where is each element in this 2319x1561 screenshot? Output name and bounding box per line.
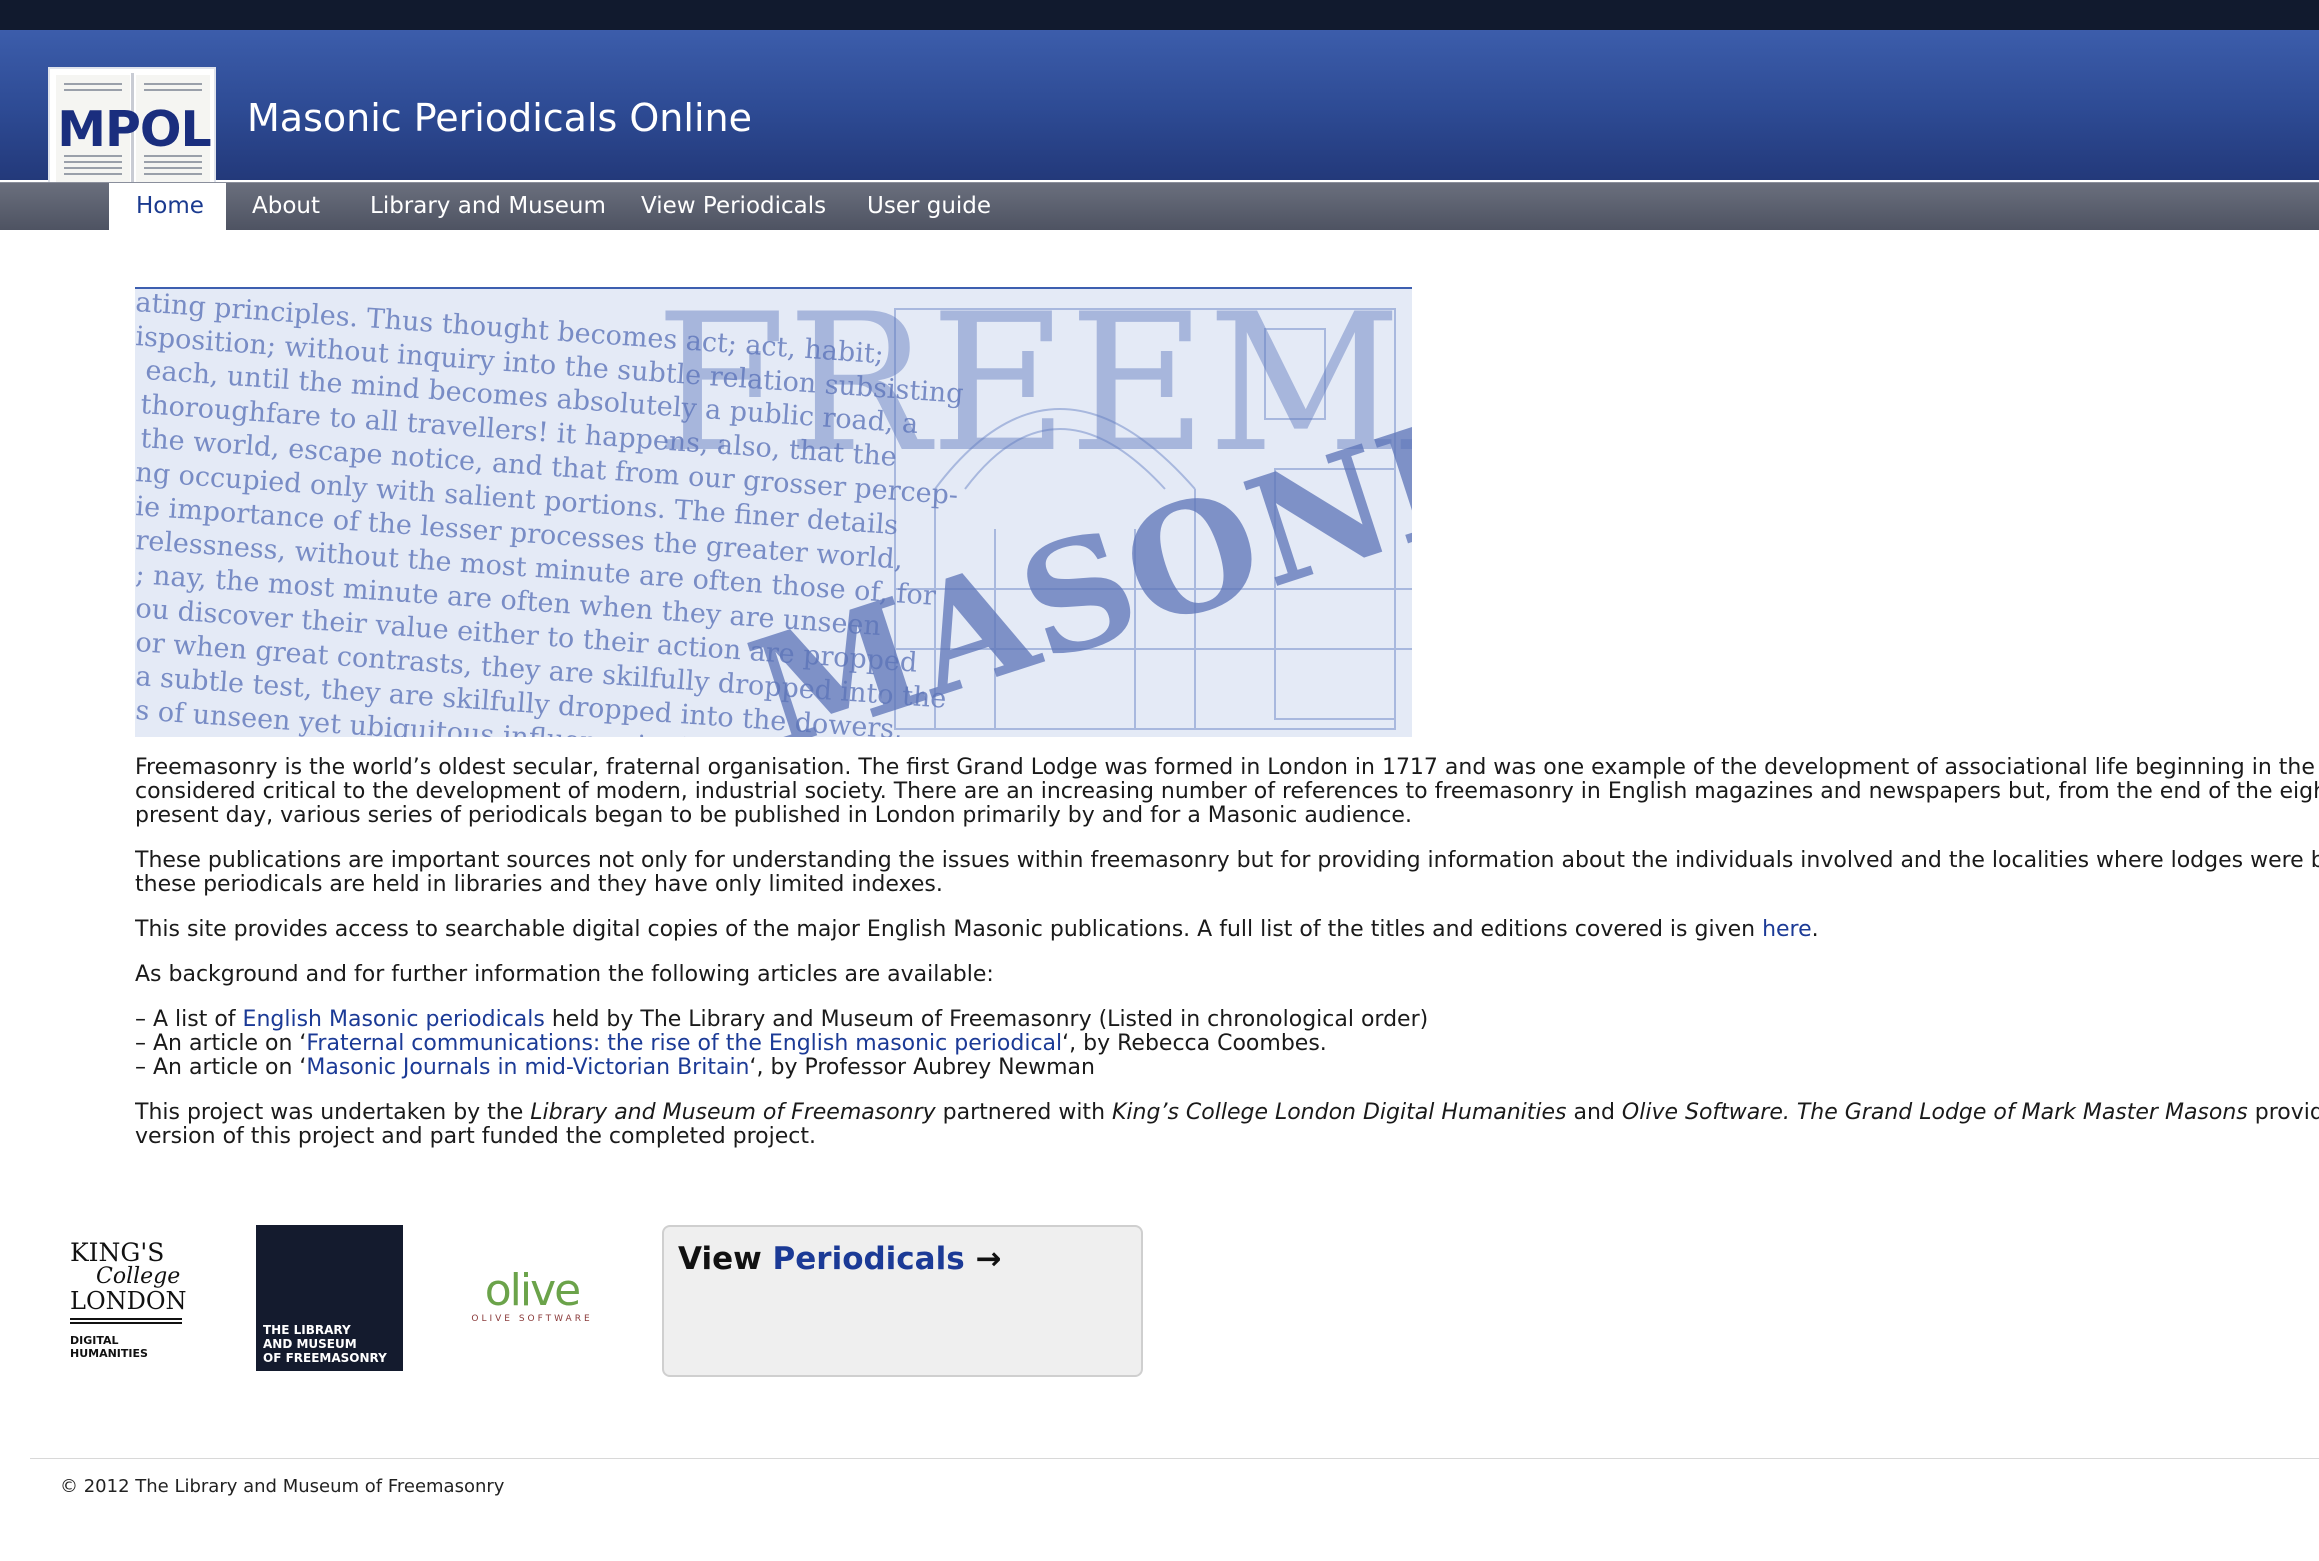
- library-museum-freemasonry-logo[interactable]: THE LIBRARY AND MUSEUM OF FREEMASONRY: [256, 1225, 403, 1371]
- view-periodicals-box[interactable]: View Periodicals →: [662, 1225, 1143, 1377]
- intro-paragraph: Freemasonry is the world’s oldest secula…: [135, 756, 2319, 828]
- site-header: MPOL Masonic Periodicals Online: [0, 30, 2319, 189]
- background-paragraph: As background and for further informatio…: [135, 962, 994, 987]
- here-link[interactable]: here: [1762, 917, 1812, 942]
- list-item: – An article on ‘Masonic Journals in mid…: [135, 1055, 1095, 1080]
- hero-collage-svg: ating principles. Thus thought becomes a…: [135, 289, 1412, 737]
- nav-item-library-and-museum[interactable]: Library and Museum: [370, 183, 606, 231]
- project-paragraph: This project was undertaken by the Libra…: [135, 1100, 2319, 1149]
- site-title[interactable]: Masonic Periodicals Online: [247, 96, 752, 140]
- hero-banner-image: ating principles. Thus thought becomes a…: [135, 287, 1412, 737]
- list-item: – A list of English Masonic periodicals …: [135, 1007, 1429, 1032]
- main-content: Freemasonry is the world’s oldest secula…: [135, 756, 2319, 1170]
- main-nav: Home About Library and Museum View Perio…: [0, 182, 2319, 231]
- mpol-logo[interactable]: MPOL: [48, 67, 216, 189]
- access-paragraph: This site provides access to searchable …: [135, 917, 1819, 942]
- arrow-right-icon: →: [975, 1241, 1002, 1277]
- masonic-journals-link[interactable]: Masonic Journals in mid-Victorian Britai…: [306, 1055, 749, 1080]
- footer-copyright: © 2012 The Library and Museum of Freemas…: [60, 1476, 505, 1497]
- fraternal-communications-link[interactable]: Fraternal communications: the rise of th…: [306, 1031, 1062, 1056]
- nav-item-about[interactable]: About: [252, 183, 320, 231]
- article-list: – A list of English Masonic periodicals …: [135, 1008, 2319, 1080]
- english-masonic-periodicals-link[interactable]: English Masonic periodicals: [243, 1007, 545, 1032]
- view-periodicals-label: View Periodicals →: [678, 1241, 1002, 1277]
- olive-software-logo[interactable]: olive OLIVE SOFTWARE: [462, 1268, 602, 1328]
- nav-item-home[interactable]: Home: [109, 183, 226, 231]
- footer-divider: [30, 1458, 2319, 1459]
- kings-college-london-logo[interactable]: KING'S College LONDON DIGITAL HUMANITIES: [70, 1240, 187, 1360]
- list-item: – An article on ‘Fraternal communication…: [135, 1031, 1327, 1056]
- view-periodicals-link[interactable]: Periodicals: [773, 1241, 965, 1277]
- nav-item-view-periodicals[interactable]: View Periodicals: [641, 183, 826, 231]
- logo-text: MPOL: [57, 101, 212, 158]
- sources-paragraph: These publications are important sources…: [135, 848, 2319, 897]
- nav-item-user-guide[interactable]: User guide: [867, 183, 991, 231]
- top-strip: [0, 0, 2319, 30]
